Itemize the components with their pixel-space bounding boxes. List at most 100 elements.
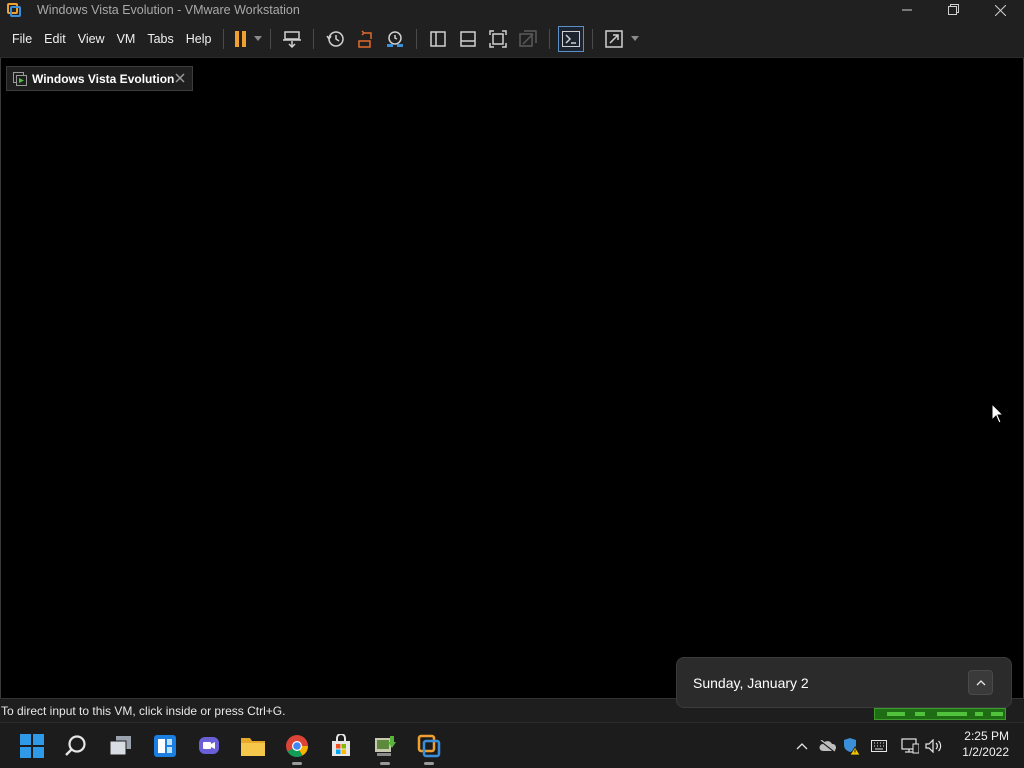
status-text: To direct input to this VM, click inside… (1, 703, 286, 718)
teams-chat-icon (199, 737, 219, 754)
onedrive-tray-button[interactable] (818, 735, 838, 757)
chevron-up-icon (796, 743, 808, 750)
expand-calendar-button[interactable] (968, 670, 993, 695)
console-view-button[interactable] (558, 25, 585, 52)
start-button[interactable] (16, 730, 48, 762)
vm-console-display[interactable] (0, 94, 1024, 698)
show-library-button[interactable] (423, 24, 453, 54)
clock-date: 1/2/2022 (962, 745, 1009, 759)
chevron-up-icon (976, 679, 985, 685)
mouse-cursor-icon (991, 403, 1005, 424)
vm-thumbnail[interactable] (874, 708, 1006, 720)
vm-tab[interactable]: Windows Vista Evolution (6, 66, 193, 91)
defender-icon (844, 738, 861, 755)
full-screen-icon (489, 29, 508, 48)
show-library-icon (430, 30, 447, 47)
toolbar-separator (549, 28, 551, 49)
network-icon (901, 738, 919, 754)
calendar-flyout: Sunday, January 2 (676, 657, 1012, 708)
toolbar-separator (592, 28, 594, 49)
minimize-icon (901, 9, 912, 11)
taskbar: 2:25 PM 1/2/2022 (0, 722, 1024, 768)
menu-file[interactable]: File (6, 20, 38, 58)
thumbnail-detail (915, 712, 925, 716)
toolbar-separator (416, 28, 418, 49)
keyboard-icon (871, 740, 887, 752)
show-thumbnail-bar-button[interactable] (453, 24, 483, 54)
show-thumbnail-bar-icon (460, 30, 477, 47)
toolbar-separator (313, 28, 315, 49)
windows-start-icon (20, 734, 44, 758)
title-bar: Windows Vista Evolution - VMware Worksta… (0, 0, 1024, 20)
stretch-dropdown[interactable] (629, 24, 641, 54)
running-indicator (292, 762, 302, 765)
volume-icon (925, 739, 942, 753)
vmware-workstation-button[interactable] (413, 730, 445, 765)
close-button[interactable] (977, 0, 1024, 20)
volume-tray-button[interactable] (924, 735, 944, 757)
unity-button[interactable] (513, 24, 543, 54)
menu-edit[interactable]: Edit (38, 20, 72, 58)
menu-vm[interactable]: VM (111, 20, 142, 58)
running-indicator (380, 762, 390, 765)
unity-icon (519, 29, 538, 47)
widgets-button[interactable] (149, 730, 181, 762)
search-button[interactable] (60, 730, 92, 762)
flyout-date: Sunday, January 2 (693, 674, 809, 691)
thumbnail-detail (937, 712, 967, 716)
pause-button[interactable] (230, 24, 252, 54)
thumbnail-detail (887, 712, 905, 716)
snapshot-manager-icon (387, 30, 404, 47)
file-explorer-icon (241, 738, 265, 756)
console-view-icon (562, 30, 581, 47)
menu-tabs[interactable]: Tabs (141, 20, 179, 58)
snapshot-button[interactable] (320, 24, 350, 54)
chrome-icon (286, 735, 308, 757)
clock-time: 2:25 PM (964, 729, 1009, 743)
installer-app-icon (375, 736, 396, 756)
microsoft-store-button[interactable] (325, 730, 357, 762)
toolbar-separator (223, 28, 225, 49)
network-tray-button[interactable] (900, 735, 920, 757)
vm-icon (13, 71, 27, 86)
installer-app-button[interactable] (369, 730, 401, 765)
pause-icon (235, 30, 247, 47)
send-ctrl-alt-del-icon (283, 30, 302, 48)
snapshot-manager-button[interactable] (380, 24, 410, 54)
close-icon[interactable] (174, 72, 186, 84)
widgets-icon (154, 735, 176, 757)
chrome-button[interactable] (281, 730, 313, 765)
full-screen-button[interactable] (483, 24, 513, 54)
revert-snapshot-button[interactable] (350, 24, 380, 54)
thumbnail-detail (975, 712, 983, 716)
onedrive-icon (819, 740, 837, 752)
toolbar-separator (270, 28, 272, 49)
vmware-icon (417, 734, 441, 758)
task-view-icon (109, 736, 131, 756)
microsoft-store-icon (332, 734, 350, 756)
menu-view[interactable]: View (72, 20, 111, 58)
menu-help[interactable]: Help (180, 20, 218, 58)
task-view-button[interactable] (105, 730, 137, 762)
teams-chat-button[interactable] (193, 730, 225, 762)
running-indicator (424, 762, 434, 765)
window-title: Windows Vista Evolution - VMware Worksta… (37, 3, 300, 17)
thumbnail-detail (991, 712, 1003, 716)
vm-tab-strip: Windows Vista Evolution (0, 58, 1024, 94)
revert-snapshot-icon (358, 29, 373, 48)
chevron-down-icon (254, 36, 263, 41)
minimize-button[interactable] (883, 0, 930, 20)
search-icon (65, 735, 86, 756)
menu-toolbar: File Edit View VM Tabs Help (0, 20, 1024, 58)
file-explorer-button[interactable] (237, 730, 269, 762)
restore-icon (947, 4, 959, 15)
keyboard-tray-button[interactable] (868, 735, 890, 757)
show-hidden-icons-button[interactable] (794, 735, 810, 757)
defender-tray-button[interactable] (842, 735, 862, 757)
stretch-guest-button[interactable] (599, 24, 629, 54)
restore-button[interactable] (930, 0, 977, 20)
power-dropdown[interactable] (252, 24, 264, 54)
taskbar-clock[interactable]: 2:25 PM 1/2/2022 (962, 728, 1009, 760)
vmware-icon (6, 2, 22, 18)
send-ctrl-alt-del-button[interactable] (277, 24, 307, 54)
